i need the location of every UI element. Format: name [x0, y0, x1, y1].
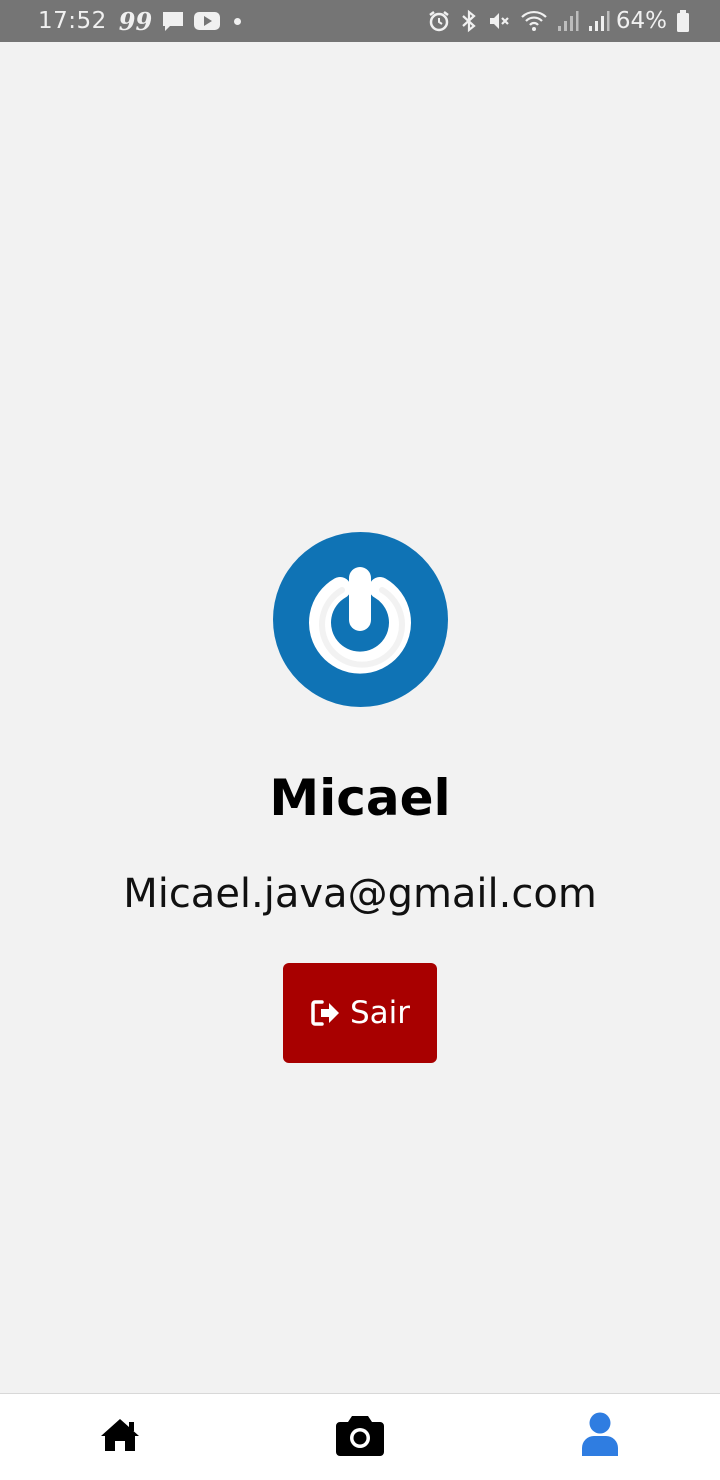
message-icon	[161, 10, 185, 32]
signal-icon-2	[588, 10, 610, 32]
profile-screen: 17:52 99 64% Micael Micael.java@gmail.co…	[0, 0, 720, 1480]
alarm-icon	[427, 9, 451, 33]
bottom-navigation	[0, 1393, 720, 1480]
user-name: Micael	[269, 769, 451, 827]
wifi-icon	[520, 9, 548, 33]
battery-icon	[676, 9, 690, 33]
home-icon	[99, 1417, 141, 1457]
status-bar-right: 64%	[418, 8, 690, 34]
bluetooth-icon	[460, 9, 478, 33]
status-time: 17:52	[38, 8, 107, 34]
notification-dot	[234, 17, 242, 25]
quote-notification-icon: 99	[118, 6, 153, 36]
nav-home[interactable]	[0, 1394, 240, 1480]
profile-section: Micael Micael.java@gmail.com Sair	[0, 532, 720, 1063]
logout-label: Sair	[349, 995, 411, 1031]
logout-button[interactable]: Sair	[283, 963, 437, 1063]
nav-profile[interactable]	[480, 1394, 720, 1480]
user-icon	[580, 1412, 620, 1462]
power-icon	[300, 558, 420, 682]
nav-camera[interactable]	[240, 1394, 480, 1480]
sign-out-icon	[310, 999, 340, 1027]
user-email: Micael.java@gmail.com	[123, 871, 597, 917]
battery-percent: 64%	[615, 8, 667, 34]
mute-icon	[487, 9, 511, 33]
camera-icon	[335, 1414, 385, 1460]
status-bar: 17:52 99 64%	[0, 0, 720, 42]
status-bar-left: 17:52 99	[38, 6, 242, 36]
avatar	[272, 532, 448, 707]
youtube-icon	[194, 11, 221, 31]
signal-icon	[557, 10, 579, 32]
